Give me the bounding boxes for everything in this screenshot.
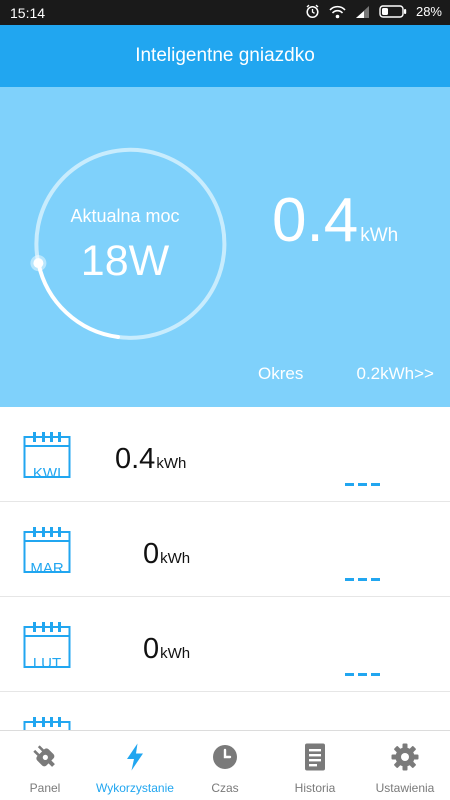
list-item[interactable] (0, 692, 450, 730)
month-usage-unit: kWh (156, 455, 187, 472)
nav-item-panel[interactable]: Panel (0, 731, 90, 800)
nav-item-ustawienia[interactable]: Ustawienia (360, 731, 450, 800)
lightning-icon (127, 743, 143, 771)
battery-percent: 28% (415, 4, 442, 19)
month-usage-value: 0 (143, 633, 160, 665)
usage-summary: Aktualna moc 18W 0.4 kWh Okres 0.2kWh>> (0, 87, 450, 407)
calendar-icon (23, 717, 71, 730)
nav-item-czas[interactable]: Czas (180, 731, 270, 800)
status-icons: 28% (305, 4, 442, 19)
energy-total-value: 0.4 (272, 186, 359, 255)
list-item[interactable]: MAR 0kWh (0, 502, 450, 597)
month-usage: 0.4kWh (115, 443, 186, 476)
nav-item-historia[interactable]: Historia (270, 731, 360, 800)
month-usage-value: 0 (143, 538, 160, 570)
gear-icon (391, 743, 419, 771)
list-item[interactable]: KWI 0.4kWh (0, 407, 450, 502)
page-title: Inteligentne gniazdko (135, 45, 315, 66)
current-power-label: Aktualna moc (70, 206, 180, 226)
month-usage-unit: kWh (160, 550, 191, 567)
month-label: KWI (32, 465, 62, 482)
wifi-icon (329, 5, 346, 18)
period-link[interactable]: 0.2kWh>> (357, 364, 435, 384)
document-icon (305, 743, 325, 771)
clock-icon (213, 745, 237, 769)
period-label: Okres (258, 364, 304, 383)
usage-bar (345, 673, 380, 676)
month-usage-value: 0.4 (115, 443, 156, 475)
alarm-icon (306, 4, 319, 19)
month-label: LUT (32, 655, 62, 672)
monthly-usage-list[interactable]: KWI 0.4kWh MAR 0kWh LUT 0kWh (0, 407, 450, 730)
month-label: MAR (30, 560, 64, 577)
nav-label-historia: Historia (294, 781, 336, 795)
nav-item-wykorzystanie[interactable]: Wykorzystanie (90, 731, 180, 800)
usage-bar (345, 483, 380, 486)
app-header: Inteligentne gniazdko (0, 25, 450, 87)
energy-total: 0.4 kWh (272, 185, 398, 256)
nav-label-panel: Panel (29, 781, 61, 795)
nav-label-wykorzystanie: Wykorzystanie (96, 781, 174, 795)
bottom-navigation: Panel Wykorzystanie Czas Historia Ustawi… (0, 730, 450, 800)
month-usage-unit: kWh (160, 645, 191, 662)
energy-total-unit: kWh (360, 225, 399, 246)
month-usage: 0kWh (143, 538, 190, 571)
plug-icon (33, 745, 55, 767)
nav-label-ustawienia: Ustawienia (375, 781, 435, 795)
signal-icon (355, 5, 369, 18)
usage-bar (345, 578, 380, 581)
status-bar: 15:14 28% (0, 0, 450, 25)
nav-label-czas: Czas (211, 781, 239, 795)
battery-icon (379, 5, 407, 18)
status-time: 15:14 (10, 5, 46, 21)
list-item[interactable]: LUT 0kWh (0, 597, 450, 692)
month-usage: 0kWh (143, 633, 190, 666)
current-power-value: 18W (80, 237, 170, 285)
